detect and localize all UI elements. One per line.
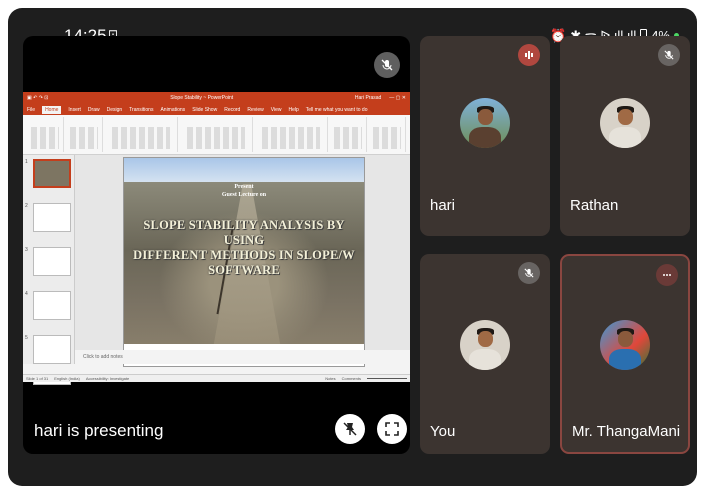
- avatar: [460, 98, 510, 148]
- notes-pane[interactable]: Click to add notes: [75, 350, 410, 364]
- zoom-slider[interactable]: [367, 378, 407, 379]
- meeting-screen: 14:25 ⊡ ⏰ ✱ ᯤ ᐉ ıll ıll 4% ▣ ↶ ↷ ⊡ Slope…: [8, 8, 697, 486]
- participant-tile-thangamani[interactable]: Mr. ThangaMani: [560, 254, 690, 454]
- ribbon-group-editing[interactable]: [330, 117, 367, 152]
- slide-editor[interactable]: Present Guest Lecture on SLOPE STABILITY…: [75, 155, 410, 367]
- fullscreen-button[interactable]: [377, 414, 407, 444]
- avatar: [460, 320, 510, 370]
- thumb-number: 5: [25, 335, 28, 341]
- avatar: [600, 98, 650, 148]
- tab-record[interactable]: Record: [224, 107, 240, 113]
- slide-guest-lecture-text: Guest Lecture on: [221, 192, 267, 198]
- ribbon-group-clipboard[interactable]: [27, 117, 64, 152]
- thumb-number: 4: [25, 291, 28, 297]
- ppt-user: Hari Prasad: [354, 95, 382, 101]
- thumb-number: 1: [25, 159, 28, 165]
- tell-me-search[interactable]: Tell me what you want to do: [306, 107, 368, 113]
- status-comments-button[interactable]: Comments: [342, 376, 361, 381]
- tab-transitions[interactable]: Transitions: [129, 107, 153, 113]
- slide-thumbnail-3[interactable]: [33, 247, 71, 276]
- participant-name: Rathan: [570, 197, 619, 214]
- participant-tile-hari[interactable]: hari: [420, 36, 550, 236]
- tab-draw[interactable]: Draw: [88, 107, 100, 113]
- participant-name: Mr. ThangaMani: [572, 423, 681, 440]
- ribbon-group-font[interactable]: [105, 117, 178, 152]
- participant-tile-rathan[interactable]: Rathan: [560, 36, 690, 236]
- tab-design[interactable]: Design: [107, 107, 123, 113]
- ribbon-group-paragraph[interactable]: [180, 117, 253, 152]
- avatar: [600, 320, 650, 370]
- participant-name: You: [430, 423, 456, 440]
- tab-view[interactable]: View: [271, 107, 282, 113]
- mic-off-icon: [374, 52, 400, 78]
- ribbon-group-slides[interactable]: [66, 117, 103, 152]
- slide-thumbnail-5[interactable]: [33, 335, 71, 364]
- ppt-workspace: 1 2 3 4 5 6: [23, 155, 410, 385]
- slide-thumbnails: 1 2 3 4 5 6: [23, 155, 75, 385]
- slide-thumbnail-2[interactable]: [33, 203, 71, 232]
- status-language: English (India): [54, 376, 80, 381]
- thumb-number: 3: [25, 247, 28, 253]
- participant-name: hari: [430, 197, 456, 214]
- slide-title: SLOPE STABILITY ANALYSIS BY USING DIFFER…: [130, 218, 358, 278]
- slide-title-line-2: DIFFERENT METHODS IN SLOPE/W: [133, 248, 355, 262]
- ppt-window-controls: — ▢ ✕: [389, 95, 406, 101]
- slide-title-line-1: SLOPE STABILITY ANALYSIS BY USING: [143, 218, 345, 247]
- presenting-label: hari is presenting: [34, 421, 164, 440]
- unpin-button[interactable]: [335, 414, 365, 444]
- tab-insert[interactable]: Insert: [68, 107, 81, 113]
- current-slide[interactable]: Present Guest Lecture on SLOPE STABILITY…: [123, 157, 365, 367]
- thumb-number: 2: [25, 203, 28, 209]
- slide-present-text: Present: [234, 184, 254, 190]
- status-slide-count: Slide 1 of 31: [26, 376, 49, 381]
- status-notes-button[interactable]: Notes: [325, 376, 335, 381]
- participant-tile-you[interactable]: You: [420, 254, 550, 454]
- tab-help[interactable]: Help: [288, 107, 298, 113]
- slide-thumbnail-1[interactable]: [33, 159, 71, 188]
- status-accessibility[interactable]: Accessibility: Investigate: [86, 376, 129, 381]
- ppt-ribbon: [23, 115, 410, 155]
- presenter-tile[interactable]: ▣ ↶ ↷ ⊡ Slope Stability ~ PowerPoint Har…: [23, 36, 410, 454]
- more-icon: [656, 264, 678, 286]
- slide-title-line-3: SOFTWARE: [208, 263, 280, 277]
- tab-file[interactable]: File: [27, 107, 35, 113]
- tab-home[interactable]: Home: [42, 105, 62, 114]
- mic-off-icon: [518, 262, 540, 284]
- pin-off-icon: [343, 422, 357, 436]
- ppt-status-bar: Slide 1 of 31 English (India) Accessibil…: [23, 374, 410, 382]
- slide-thumbnail-4[interactable]: [33, 291, 71, 320]
- tab-review[interactable]: Review: [247, 107, 263, 113]
- ppt-title: Slope Stability ~ PowerPoint: [170, 95, 234, 101]
- ribbon-group-drawing[interactable]: [255, 117, 328, 152]
- speaking-icon: [518, 44, 540, 66]
- fullscreen-icon: [385, 422, 399, 436]
- powerpoint-window: ▣ ↶ ↷ ⊡ Slope Stability ~ PowerPoint Har…: [23, 92, 410, 385]
- tab-animations[interactable]: Animations: [160, 107, 185, 113]
- ribbon-group-addins[interactable]: [369, 117, 406, 152]
- ppt-quick-access: ▣ ↶ ↷ ⊡: [27, 95, 49, 101]
- tab-slide-show[interactable]: Slide Show: [192, 107, 217, 113]
- mic-off-icon: [658, 44, 680, 66]
- ppt-ribbon-tabs: File Home Insert Draw Design Transitions…: [23, 104, 410, 115]
- ppt-titlebar: ▣ ↶ ↷ ⊡ Slope Stability ~ PowerPoint Har…: [23, 92, 410, 104]
